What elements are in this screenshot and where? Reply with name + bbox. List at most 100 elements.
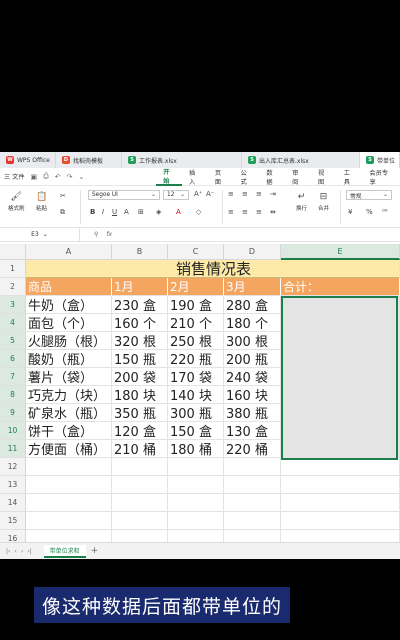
redo-icon[interactable]: ↷ bbox=[67, 173, 73, 181]
menu-insert[interactable]: 插入 bbox=[182, 168, 208, 186]
undo-icon[interactable]: ↶ bbox=[55, 173, 61, 181]
strikethrough-icon[interactable]: A bbox=[124, 208, 129, 216]
value-cell[interactable]: 300 根 bbox=[224, 332, 281, 350]
header-cell[interactable]: 2月 bbox=[168, 278, 224, 296]
row-header[interactable]: 7 bbox=[0, 368, 26, 386]
fill-color-icon[interactable]: ◈ bbox=[156, 208, 161, 216]
tab-wps-office[interactable]: W WPS Office bbox=[0, 152, 56, 168]
indent-icon[interactable]: ⇥ bbox=[270, 190, 276, 198]
total-cell[interactable] bbox=[281, 350, 400, 368]
format-painter-button[interactable]: 🖌 格式刷 bbox=[8, 192, 25, 212]
value-cell[interactable]: 210 个 bbox=[168, 314, 224, 332]
add-sheet-button[interactable]: + bbox=[91, 546, 99, 556]
select-all-corner[interactable] bbox=[0, 244, 26, 260]
empty-cell[interactable] bbox=[168, 476, 224, 494]
empty-cell[interactable] bbox=[26, 494, 112, 512]
row-header[interactable]: 10 bbox=[0, 422, 26, 440]
value-cell[interactable]: 180 桶 bbox=[168, 440, 224, 458]
empty-cell[interactable] bbox=[168, 512, 224, 530]
value-cell[interactable]: 200 袋 bbox=[112, 368, 168, 386]
empty-cell[interactable] bbox=[224, 458, 281, 476]
row-header[interactable]: 9 bbox=[0, 404, 26, 422]
menu-home[interactable]: 开始 bbox=[156, 168, 183, 186]
value-cell[interactable]: 380 瓶 bbox=[224, 404, 281, 422]
value-cell[interactable]: 280 盒 bbox=[224, 296, 281, 314]
value-cell[interactable]: 220 桶 bbox=[224, 440, 281, 458]
header-cell[interactable]: 3月 bbox=[224, 278, 281, 296]
next-sheet-icon[interactable]: › bbox=[21, 548, 23, 555]
menu-formula[interactable]: 公式 bbox=[234, 168, 260, 186]
value-cell[interactable]: 180 块 bbox=[112, 386, 168, 404]
empty-cell[interactable] bbox=[112, 494, 168, 512]
value-cell[interactable]: 210 桶 bbox=[112, 440, 168, 458]
column-header[interactable]: C bbox=[168, 244, 224, 260]
align-bottom-icon[interactable]: ≡ bbox=[256, 190, 262, 198]
product-cell[interactable]: 酸奶（瓶） bbox=[26, 350, 112, 368]
sheet-tab-active[interactable]: 带单位求和 bbox=[43, 544, 86, 558]
merge-button[interactable]: ⊟ 合并 bbox=[318, 192, 329, 212]
row-header[interactable]: 12 bbox=[0, 458, 26, 476]
row-header[interactable]: 8 bbox=[0, 386, 26, 404]
column-header-selected[interactable]: E bbox=[281, 244, 400, 260]
column-header[interactable]: D bbox=[224, 244, 281, 260]
font-name-select[interactable]: Segoe UI ⌄ bbox=[88, 190, 160, 200]
value-cell[interactable]: 180 个 bbox=[224, 314, 281, 332]
tab-inventory-summary[interactable]: S 出入库汇总表.xlsx bbox=[242, 152, 360, 168]
tab-template[interactable]: D 找稻壳模板 bbox=[56, 152, 122, 168]
font-size-select[interactable]: 12 ⌄ bbox=[163, 190, 189, 200]
total-cell[interactable] bbox=[281, 386, 400, 404]
file-menu[interactable]: 三 文件 bbox=[4, 172, 25, 181]
value-cell[interactable]: 130 盒 bbox=[224, 422, 281, 440]
sheet-title-cell[interactable]: 销售情况表 bbox=[26, 260, 400, 278]
total-cell[interactable] bbox=[281, 404, 400, 422]
row-header[interactable]: 2 bbox=[0, 278, 26, 296]
name-box[interactable]: E3 ⌄ bbox=[0, 227, 80, 242]
copy-icon[interactable]: ⧉ bbox=[60, 208, 65, 217]
decrease-font-icon[interactable]: A⁻ bbox=[206, 190, 214, 198]
total-cell[interactable] bbox=[281, 422, 400, 440]
empty-cell[interactable] bbox=[112, 458, 168, 476]
value-cell[interactable]: 190 盒 bbox=[168, 296, 224, 314]
empty-cell[interactable] bbox=[224, 512, 281, 530]
align-top-icon[interactable]: ≡ bbox=[228, 190, 234, 198]
empty-cell[interactable] bbox=[168, 494, 224, 512]
value-cell[interactable]: 160 块 bbox=[224, 386, 281, 404]
menu-view[interactable]: 视图 bbox=[311, 168, 337, 186]
product-cell[interactable]: 方便面（桶） bbox=[26, 440, 112, 458]
row-header[interactable]: 1 bbox=[0, 260, 26, 278]
fx-icon[interactable]: fx bbox=[106, 231, 112, 238]
total-cell[interactable] bbox=[281, 440, 400, 458]
header-cell[interactable]: 合计： bbox=[281, 278, 400, 296]
row-header[interactable]: 5 bbox=[0, 332, 26, 350]
empty-cell[interactable] bbox=[26, 512, 112, 530]
header-cell[interactable]: 1月 bbox=[112, 278, 168, 296]
value-cell[interactable]: 300 瓶 bbox=[168, 404, 224, 422]
product-cell[interactable]: 面包（个） bbox=[26, 314, 112, 332]
tab-work-report[interactable]: S 工作报表.xlsx bbox=[122, 152, 242, 168]
align-middle-icon[interactable]: ≡ bbox=[242, 190, 248, 198]
column-header[interactable]: B bbox=[112, 244, 168, 260]
empty-cell[interactable] bbox=[281, 512, 400, 530]
menu-page[interactable]: 页面 bbox=[208, 168, 234, 186]
empty-cell[interactable] bbox=[26, 476, 112, 494]
menu-data[interactable]: 数据 bbox=[259, 168, 285, 186]
empty-cell[interactable] bbox=[112, 512, 168, 530]
number-format-select[interactable]: 常规 ⌄ bbox=[346, 190, 392, 200]
underline-icon[interactable]: U bbox=[112, 208, 117, 216]
empty-cell[interactable] bbox=[281, 458, 400, 476]
header-cell[interactable]: 商品 bbox=[26, 278, 112, 296]
product-cell[interactable]: 薯片（袋） bbox=[26, 368, 112, 386]
row-header[interactable]: 11 bbox=[0, 440, 26, 458]
menu-member[interactable]: 会员专享 bbox=[363, 168, 400, 186]
product-cell[interactable]: 巧克力（块） bbox=[26, 386, 112, 404]
empty-cell[interactable] bbox=[281, 476, 400, 494]
thousands-icon[interactable]: ⁰⁰ bbox=[382, 208, 388, 216]
prev-sheet-icon[interactable]: ‹ bbox=[14, 548, 16, 555]
menu-review[interactable]: 审阅 bbox=[285, 168, 311, 186]
empty-cell[interactable] bbox=[112, 476, 168, 494]
align-right-icon[interactable]: ≡ bbox=[256, 208, 262, 216]
row-header[interactable]: 4 bbox=[0, 314, 26, 332]
border-icon[interactable]: ⊞ bbox=[138, 208, 144, 216]
value-cell[interactable]: 150 瓶 bbox=[112, 350, 168, 368]
row-header[interactable]: 15 bbox=[0, 512, 26, 530]
